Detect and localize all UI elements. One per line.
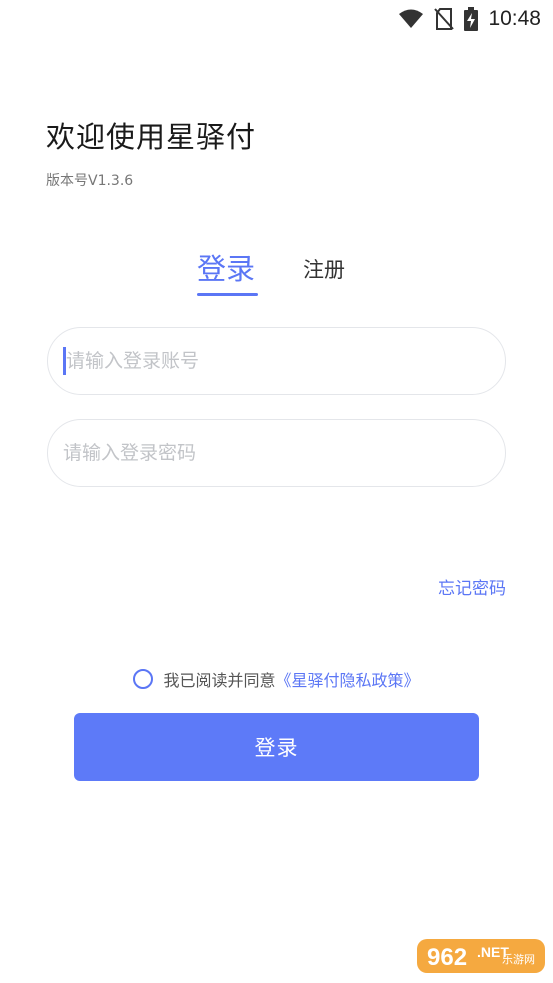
svg-text:962: 962 <box>427 944 467 971</box>
watermark-logo: 962 .NET 乐游网 <box>415 935 547 977</box>
no-sim-icon <box>434 8 455 30</box>
agreement-text: 我已阅读并同意 <box>163 671 276 690</box>
status-time: 10:48 <box>488 7 541 30</box>
agreement-radio[interactable] <box>133 669 154 689</box>
account-input[interactable] <box>66 350 505 372</box>
watermark-subtext: 乐游网 <box>502 954 535 966</box>
privacy-policy-link[interactable]: 《星驿付隐私政策》 <box>276 671 420 690</box>
page-title: 欢迎使用星驿付 <box>46 120 257 154</box>
status-bar: 10:48 <box>0 0 553 38</box>
agreement-row: 我已阅读并同意《星驿付隐私政策》 <box>0 667 553 691</box>
wifi-icon <box>398 9 424 29</box>
tab-login[interactable]: 登录 <box>197 246 255 288</box>
password-field[interactable] <box>47 419 506 487</box>
login-screen: 10:48 欢迎使用星驿付 版本号V1.3.6 登录 注册 忘记密码 我已阅读并… <box>0 0 553 983</box>
version-label: 版本号V1.3.6 <box>46 173 134 189</box>
forgot-password-link[interactable]: 忘记密码 <box>438 574 506 599</box>
active-tab-indicator <box>197 293 258 296</box>
login-button[interactable]: 登录 <box>74 713 479 781</box>
battery-charging-icon <box>464 7 479 31</box>
login-register-tabs: 登录 注册 <box>0 246 553 300</box>
password-input[interactable] <box>63 442 505 464</box>
account-field[interactable] <box>47 327 506 395</box>
tab-register[interactable]: 注册 <box>303 254 345 284</box>
